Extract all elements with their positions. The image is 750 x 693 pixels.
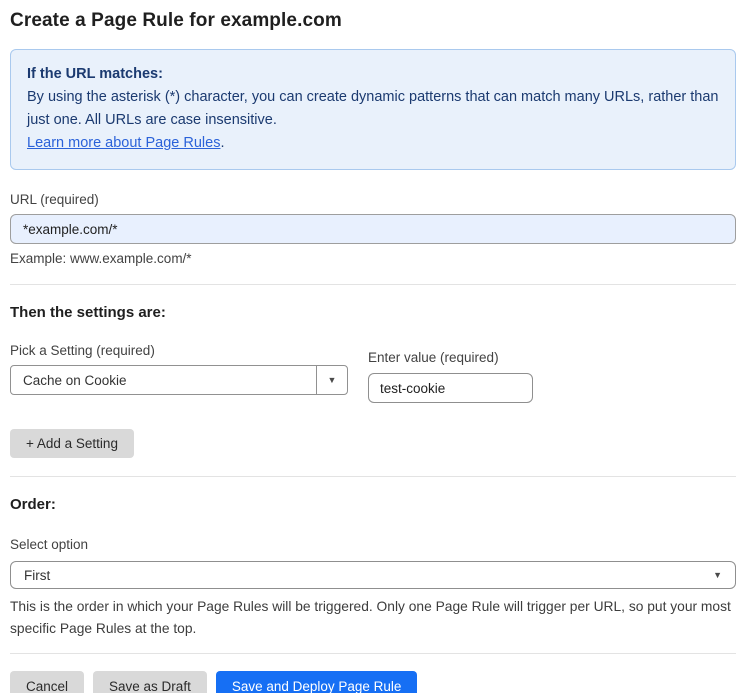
save-as-draft-button[interactable]: Save as Draft [93, 671, 207, 693]
divider [10, 476, 736, 477]
pick-setting-label: Pick a Setting (required) [10, 343, 155, 358]
enter-value-label: Enter value (required) [368, 350, 499, 365]
settings-section-heading: Then the settings are: [10, 304, 166, 321]
pick-setting-column: Pick a Setting (required) Cache on Cooki… [10, 343, 348, 395]
info-link-line: Learn more about Page Rules. [27, 132, 719, 155]
order-select[interactable]: First ▼ [10, 561, 736, 589]
chevron-down-icon[interactable]: ▼ [316, 366, 347, 394]
url-input[interactable] [10, 214, 736, 244]
add-setting-button[interactable]: + Add a Setting [10, 429, 134, 458]
enter-value-column: Enter value (required) [368, 350, 533, 403]
save-and-deploy-button[interactable]: Save and Deploy Page Rule [215, 671, 418, 693]
page-title: Create a Page Rule for example.com [10, 10, 342, 31]
url-match-info-callout: If the URL matches: By using the asteris… [10, 49, 736, 170]
order-select-value: First [24, 567, 51, 583]
cancel-button[interactable]: Cancel [10, 671, 85, 693]
chevron-down-icon: ▼ [713, 570, 722, 580]
setting-value-input[interactable] [368, 373, 533, 403]
url-field-label: URL (required) [10, 192, 99, 207]
divider [10, 284, 736, 285]
info-body-text: By using the asterisk (*) character, you… [27, 89, 719, 128]
footer-action-buttons: Cancel Save as Draft Save and Deploy Pag… [10, 671, 736, 693]
order-helper-text: This is the order in which your Page Rul… [10, 599, 731, 636]
info-heading: If the URL matches: [27, 66, 163, 82]
order-section-heading: Order: [10, 496, 56, 513]
settings-row: Pick a Setting (required) Cache on Cooki… [10, 343, 736, 403]
setting-dropdown[interactable]: Cache on Cookie ▼ [10, 365, 348, 395]
learn-more-link[interactable]: Learn more about Page Rules [27, 135, 220, 151]
link-suffix: . [220, 135, 225, 151]
divider [10, 653, 736, 654]
order-select-label: Select option [10, 537, 89, 552]
create-page-rule-form: Create a Page Rule for example.com If th… [0, 0, 750, 693]
setting-dropdown-value: Cache on Cookie [23, 372, 127, 388]
url-example-text: Example: www.example.com/* [10, 251, 192, 266]
